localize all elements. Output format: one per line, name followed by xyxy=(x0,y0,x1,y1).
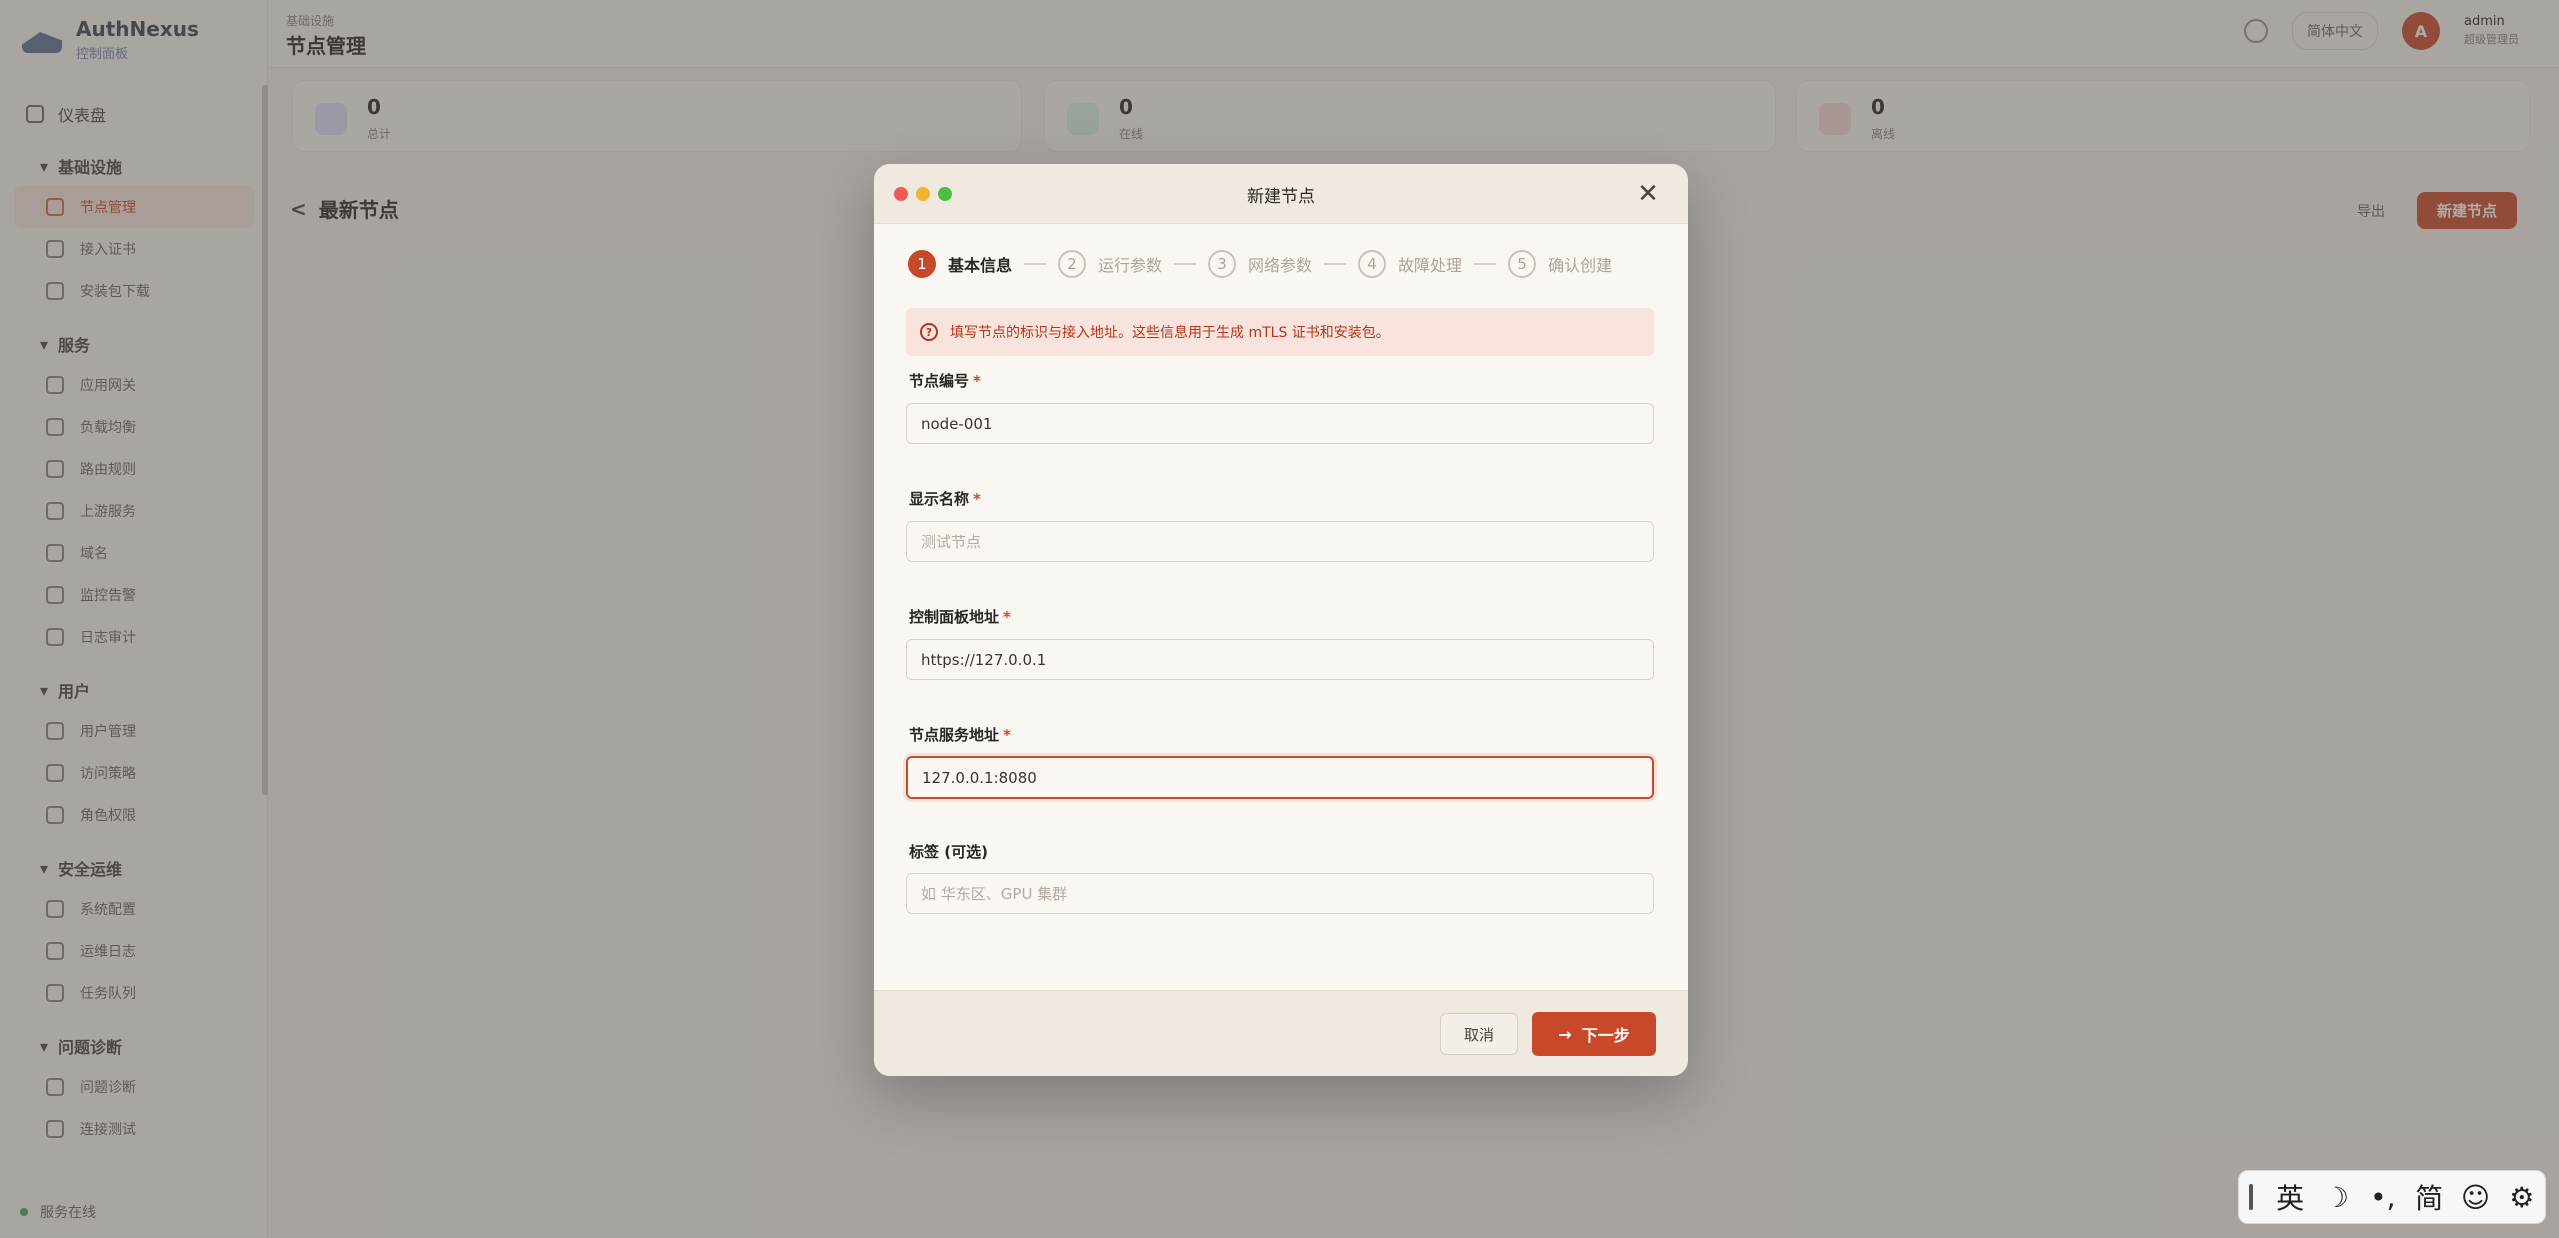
step-divider xyxy=(1024,263,1047,265)
dialog-title: 新建节点 xyxy=(1247,187,1315,207)
step-number: 3 xyxy=(1208,250,1237,278)
ime-simplified-toggle[interactable]: 简 xyxy=(2406,1170,2452,1224)
step-divider xyxy=(1174,263,1197,265)
tags-label: 标签 (可选) xyxy=(909,843,988,861)
step-label: 网络参数 xyxy=(1248,256,1313,275)
panel-url-label: 控制面板地址 * xyxy=(909,608,1011,626)
step-label: 故障处理 xyxy=(1398,256,1463,275)
punctuation-icon[interactable]: •, xyxy=(2360,1170,2406,1224)
arrow-right-icon: → xyxy=(1558,1024,1572,1044)
service-address-input[interactable] xyxy=(906,756,1654,799)
stepper: 1 基本信息 2 运行参数 3 网络参数 4 故障处理 5 确认创建 xyxy=(908,250,1612,278)
gear-icon[interactable]: ⚙ xyxy=(2499,1170,2545,1224)
tags-input[interactable] xyxy=(906,873,1654,914)
display-name-input[interactable] xyxy=(906,521,1654,562)
info-alert: ? 填写节点的标识与接入地址。这些信息用于生成 mTLS 证书和安装包。 xyxy=(906,308,1654,356)
drag-handle-icon[interactable] xyxy=(2249,1184,2253,1210)
step-label: 基本信息 xyxy=(948,256,1013,275)
next-step-button[interactable]: → 下一步 xyxy=(1532,1012,1656,1056)
step-label: 确认创建 xyxy=(1548,256,1613,275)
step-runtime[interactable]: 2 运行参数 xyxy=(1058,250,1162,278)
emoji-icon[interactable]: ☺ xyxy=(2452,1170,2498,1224)
cancel-button[interactable]: 取消 xyxy=(1440,1013,1518,1055)
step-number: 4 xyxy=(1358,250,1387,278)
step-number: 1 xyxy=(908,250,936,278)
dialog-header: 新建节点 ✕ xyxy=(874,164,1688,224)
dialog-footer: 取消 → 下一步 xyxy=(874,990,1688,1076)
step-divider xyxy=(1474,263,1497,265)
new-node-dialog: 新建节点 ✕ 1 基本信息 2 运行参数 3 网络参数 4 故障处理 5 确认创… xyxy=(874,164,1688,1076)
step-basic-info[interactable]: 1 基本信息 xyxy=(908,250,1012,278)
service-address-label: 节点服务地址 * xyxy=(909,726,1011,744)
node-id-input[interactable] xyxy=(906,403,1654,444)
display-name-label: 显示名称 * xyxy=(909,490,981,508)
step-divider xyxy=(1324,263,1347,265)
step-label: 运行参数 xyxy=(1098,256,1163,275)
ime-toolbar: 英 ☽ •, 简 ☺ ⚙ xyxy=(2238,1170,2546,1224)
alert-text: 填写节点的标识与接入地址。这些信息用于生成 mTLS 证书和安装包。 xyxy=(950,325,1390,341)
panel-url-input[interactable] xyxy=(906,639,1654,680)
moon-icon[interactable]: ☽ xyxy=(2313,1170,2359,1224)
next-step-label: 下一步 xyxy=(1581,1026,1630,1045)
step-number: 2 xyxy=(1058,250,1087,278)
step-network[interactable]: 3 网络参数 xyxy=(1208,250,1312,278)
ime-language-toggle[interactable]: 英 xyxy=(2267,1170,2313,1224)
close-icon[interactable]: ✕ xyxy=(1632,178,1664,210)
step-number: 5 xyxy=(1508,250,1537,278)
step-fault[interactable]: 4 故障处理 xyxy=(1358,250,1462,278)
node-id-label: 节点编号 * xyxy=(909,372,981,390)
help-icon: ? xyxy=(920,323,938,341)
step-confirm[interactable]: 5 确认创建 xyxy=(1508,250,1612,278)
